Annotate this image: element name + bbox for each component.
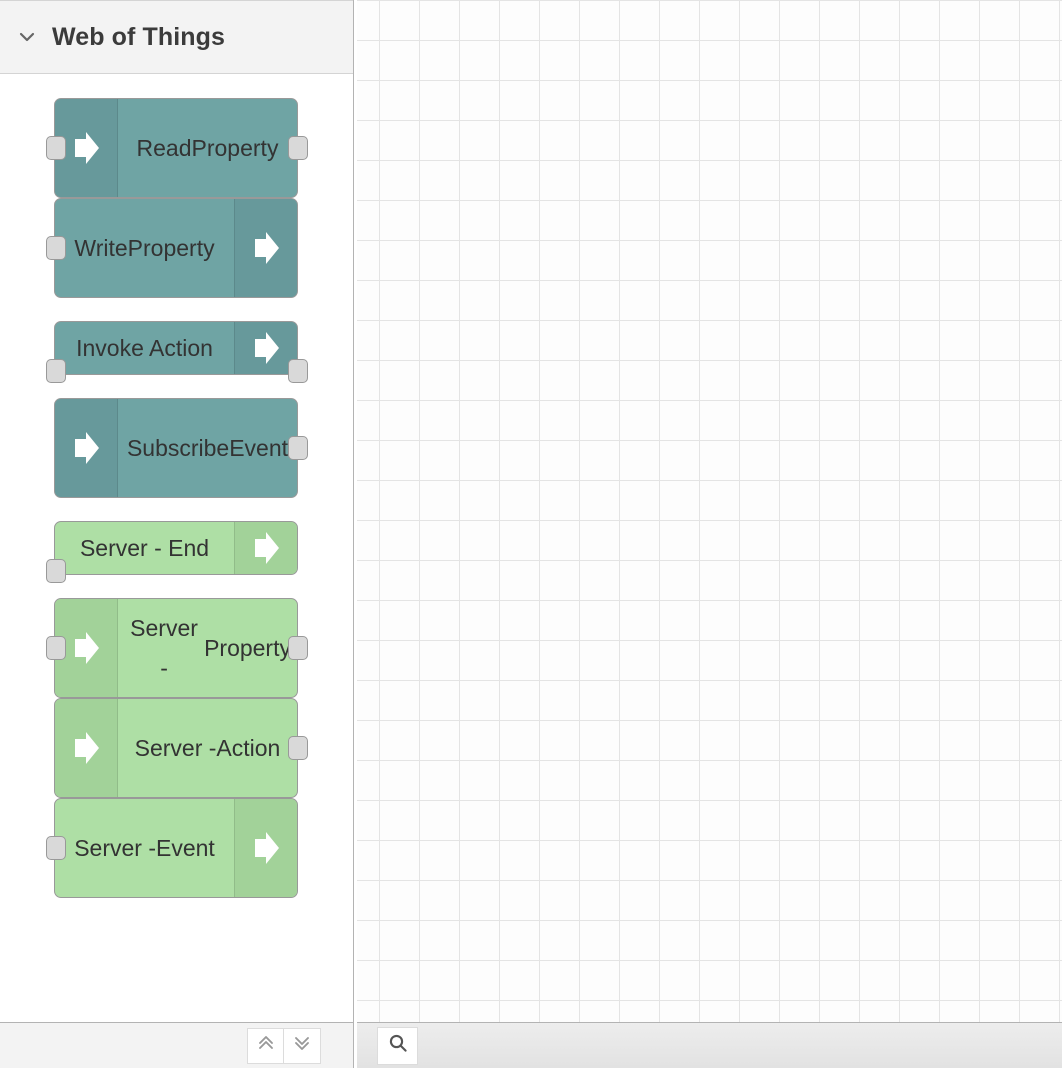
palette-node-server-end[interactable]: Server - End xyxy=(54,521,298,575)
chevron-down-icon xyxy=(16,26,38,48)
search-icon xyxy=(387,1032,409,1059)
palette-node-label: Invoke Action xyxy=(76,335,213,361)
arrow-right-icon xyxy=(234,199,297,297)
palette-node-label: Subscribe Event xyxy=(126,435,289,461)
palette-node-label: Server - Property xyxy=(130,615,291,681)
collapse-all-button[interactable] xyxy=(247,1027,284,1064)
palette-node-list: Read Property Write Property Invoke Action Su… xyxy=(0,74,353,898)
node-input-port[interactable] xyxy=(46,136,66,160)
palette-node-row: Read Property xyxy=(0,98,353,198)
palette-node-read-property[interactable]: Read Property xyxy=(54,98,298,198)
node-palette: Web of Things Read Property Write Property I… xyxy=(0,0,354,1022)
double-chevron-up-icon xyxy=(256,1033,276,1058)
node-input-port[interactable] xyxy=(46,836,66,860)
node-output-port[interactable] xyxy=(288,436,308,460)
search-button[interactable] xyxy=(377,1026,418,1065)
palette-node-server-event[interactable]: Server - Event xyxy=(54,798,298,898)
palette-node-label: Write Property xyxy=(74,235,215,261)
node-red-editor: Web of Things Read Property Write Property I… xyxy=(0,0,1062,1068)
palette-node-server-property[interactable]: Server - Property xyxy=(54,598,298,698)
arrow-right-icon xyxy=(55,699,118,797)
palette-node-row: Server - Property xyxy=(0,598,353,698)
palette-node-server-action[interactable]: Server - Action xyxy=(54,698,298,798)
node-input-port[interactable] xyxy=(46,636,66,660)
palette-node-row: Server - Action xyxy=(0,698,353,798)
palette-category-web-of-things: Web of Things Read Property Write Property I… xyxy=(0,0,353,898)
node-output-port[interactable] xyxy=(288,636,308,660)
palette-footer xyxy=(0,1022,354,1068)
node-output-port[interactable] xyxy=(288,359,308,383)
palette-node-subscribe-event[interactable]: Subscribe Event xyxy=(54,398,298,498)
palette-category-header[interactable]: Web of Things xyxy=(0,0,353,74)
palette-category-label: Web of Things xyxy=(52,22,226,51)
palette-footer-buttons xyxy=(247,1027,321,1064)
palette-node-row: Server - Event xyxy=(0,798,353,898)
palette-node-invoke-action[interactable]: Invoke Action xyxy=(54,321,298,375)
palette-node-row: Subscribe Event xyxy=(0,398,353,498)
node-input-port[interactable] xyxy=(46,359,66,383)
palette-node-write-property[interactable]: Write Property xyxy=(54,198,298,298)
palette-node-label: Server - End xyxy=(79,535,210,561)
node-output-port[interactable] xyxy=(288,736,308,760)
palette-node-row: Server - End xyxy=(0,498,353,598)
double-chevron-down-icon xyxy=(292,1033,312,1058)
palette-node-row: Write Property xyxy=(0,198,353,298)
workspace-bottom-bar xyxy=(357,1022,1062,1068)
flow-canvas[interactable] xyxy=(357,0,1062,1022)
palette-node-row: Invoke Action xyxy=(0,298,353,398)
arrow-right-icon xyxy=(234,522,297,574)
palette-node-label: Server - Action xyxy=(134,735,281,761)
palette-node-label: Read Property xyxy=(136,135,279,161)
node-output-port[interactable] xyxy=(288,136,308,160)
arrow-right-icon xyxy=(234,799,297,897)
expand-all-button[interactable] xyxy=(284,1027,321,1064)
arrow-right-icon xyxy=(55,399,118,497)
node-input-port[interactable] xyxy=(46,236,66,260)
palette-node-label: Server - Event xyxy=(74,835,215,861)
node-input-port[interactable] xyxy=(46,559,66,583)
